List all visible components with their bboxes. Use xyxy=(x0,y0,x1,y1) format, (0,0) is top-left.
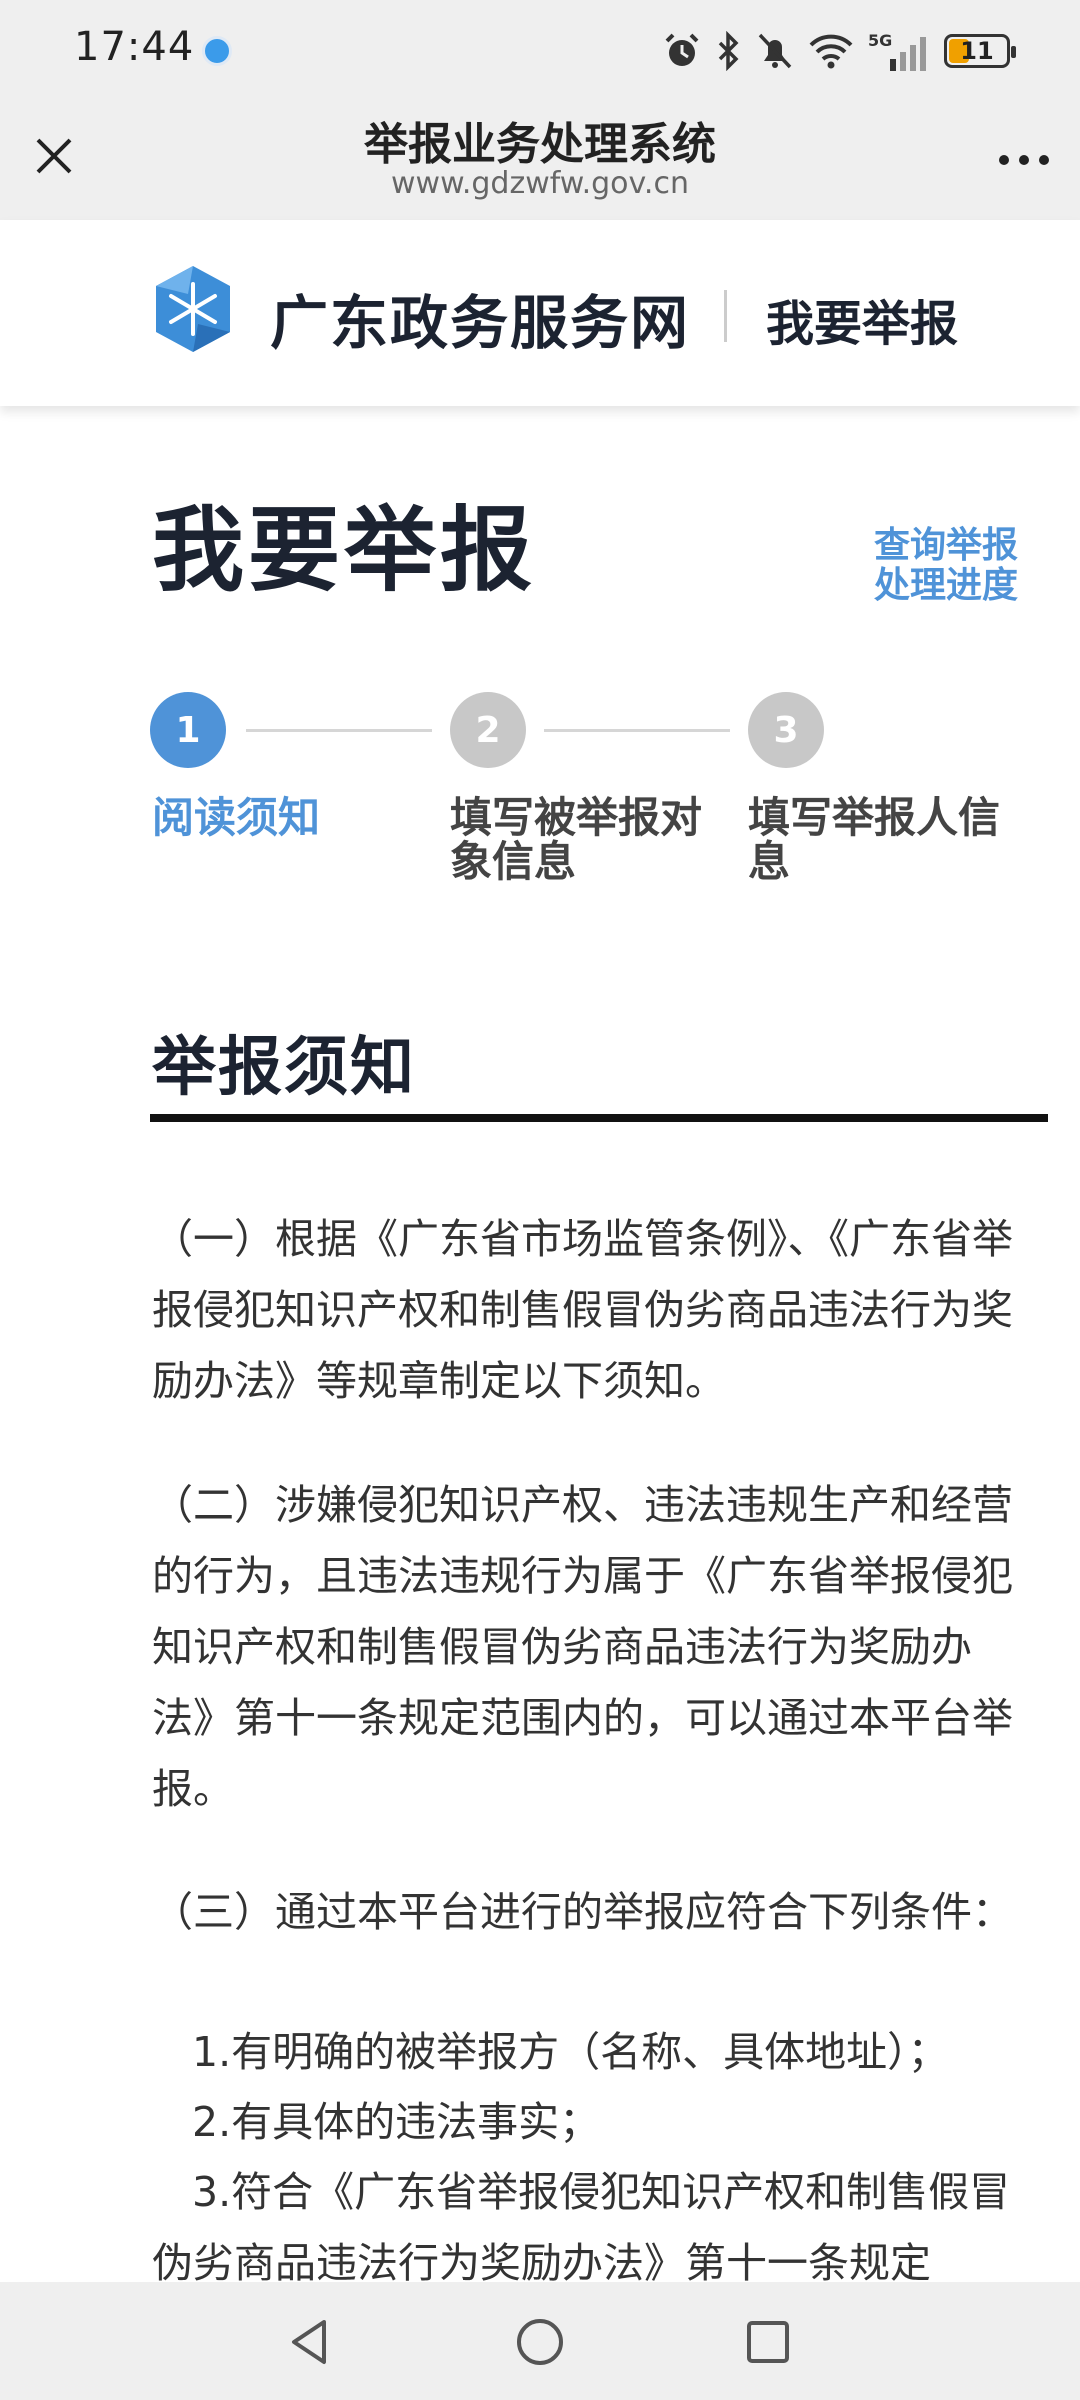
step-connector-2 xyxy=(544,729,730,732)
notice-item-1: 1.有明确的被举报方（名称、具体地址）； xyxy=(192,2028,949,2076)
site-logo-icon[interactable] xyxy=(148,264,238,354)
system-nav-bar xyxy=(0,2282,1080,2400)
notice-item-2: 2.有具体的违法事实； xyxy=(192,2098,601,2146)
back-icon[interactable] xyxy=(282,2314,338,2370)
page-title: 我要举报 xyxy=(152,497,537,604)
notice-paragraph-1: （一）根据《广东省市场监管条例》、《广东省举报侵犯知识产权和制售假冒伪劣商品违法… xyxy=(152,1215,1013,1405)
notice-title: 举报须知 xyxy=(152,1031,416,1105)
status-time: 17:44 xyxy=(74,24,195,70)
notice-paragraph-2: （二）涉嫌侵犯知识产权、违法违规生产和经营的行为，且违法违规行为属于《广东省举报… xyxy=(152,1481,1013,1813)
step-1-label: 阅读须知 xyxy=(152,793,321,842)
step-3-label: 填写举报人信息 xyxy=(748,793,1001,886)
header-divider xyxy=(724,290,727,342)
more-options-icon[interactable] xyxy=(994,140,1054,180)
site-name[interactable]: 广东政务服务网 xyxy=(270,276,690,360)
status-icons: 5G 11 xyxy=(662,26,1016,76)
notice-item-3: 3.符合《广东省举报侵犯知识产权和制售假冒伪劣商品违法行为奖励办法》第十一条规定 xyxy=(152,2168,1011,2287)
browser-title-bar: 举报业务处理系统 www.gdzwfw.gov.cn xyxy=(0,100,1080,220)
step-2-label: 填写被举报对象信息 xyxy=(450,793,703,886)
alarm-icon xyxy=(665,33,699,66)
report-section-link[interactable]: 我要举报 xyxy=(766,284,958,354)
notice-paragraph-3: （三）通过本平台进行的举报应符合下列条件： xyxy=(152,1888,1013,1936)
signal-icon: 5G xyxy=(868,31,930,71)
notice-divider xyxy=(150,1114,1048,1122)
bell-muted-icon xyxy=(758,33,792,69)
site-header: 广东政务服务网 我要举报 xyxy=(0,220,1080,406)
query-progress-link[interactable]: 查询举报处理进度 xyxy=(848,526,1018,606)
recents-icon[interactable] xyxy=(740,2314,796,2370)
step-1-circle: 1 xyxy=(150,692,226,768)
battery-icon: 11 xyxy=(944,34,1016,68)
wifi-icon xyxy=(809,34,853,69)
app-notification-icon xyxy=(202,36,232,66)
step-2-circle: 2 xyxy=(450,692,526,768)
step-3-circle: 3 xyxy=(748,692,824,768)
battery-level: 11 xyxy=(960,37,994,65)
home-icon[interactable] xyxy=(512,2314,568,2370)
step-connector-1 xyxy=(246,729,432,732)
browser-page-title: 举报业务处理系统 xyxy=(364,119,716,170)
network-type-label: 5G xyxy=(868,31,893,50)
bluetooth-icon xyxy=(718,31,739,71)
browser-url: www.gdzwfw.gov.cn xyxy=(391,166,689,201)
status-bar: 17:44 5G 11 xyxy=(0,0,1080,100)
